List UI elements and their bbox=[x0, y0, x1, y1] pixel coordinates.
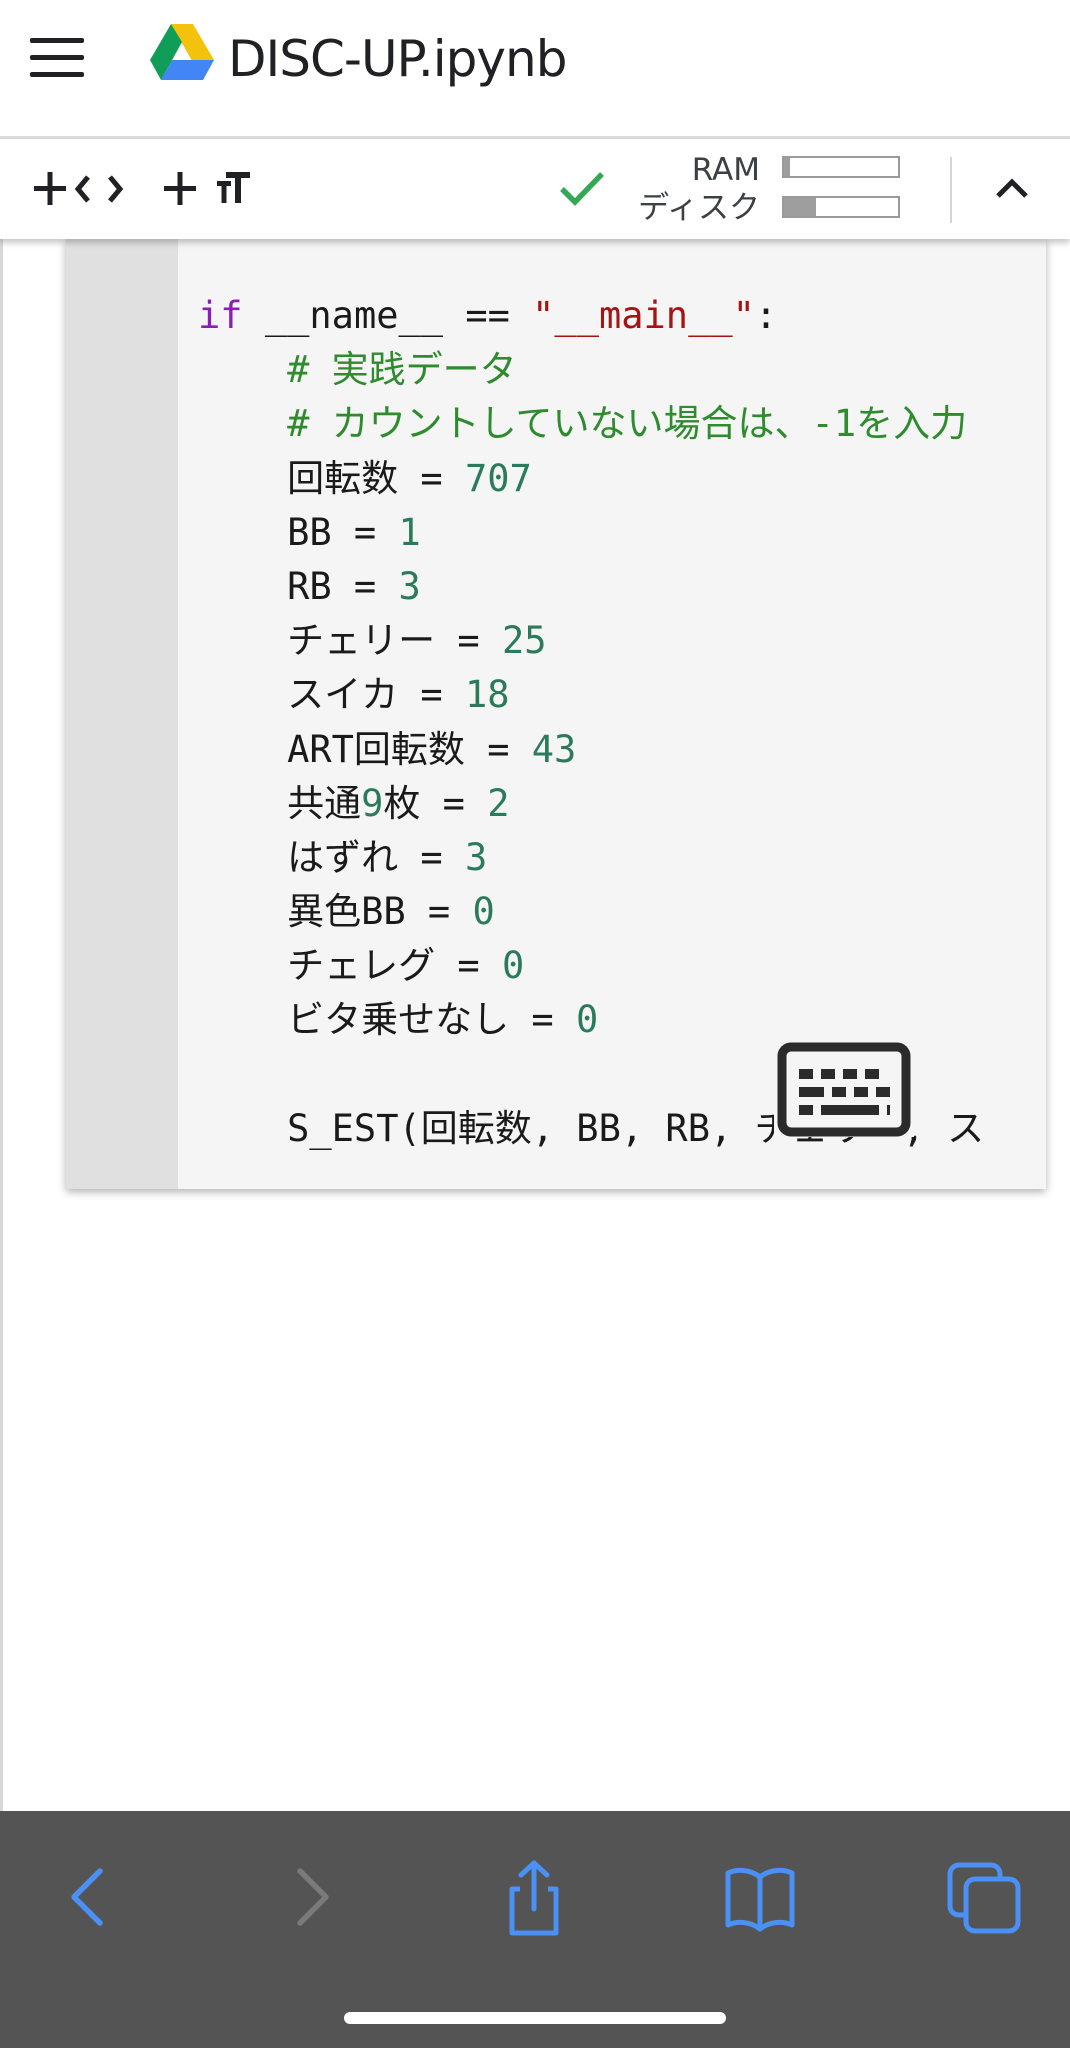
code-editor[interactable]: if __name__ == "__main__": # 実践データ # カウン… bbox=[198, 289, 1046, 1156]
keyboard-icon[interactable] bbox=[774, 1042, 914, 1137]
app-header: DISC-UP.ipynb bbox=[0, 0, 1070, 139]
code-line[interactable]: ART回転数 = 43 bbox=[198, 723, 1046, 777]
code-line[interactable]: # カウントしていない場合は、-1を入力 bbox=[198, 397, 1046, 451]
code-token: 43 bbox=[531, 727, 577, 771]
code-line[interactable] bbox=[198, 1048, 1046, 1102]
code-line[interactable]: スイカ = 18 bbox=[198, 668, 1046, 722]
hamburger-menu-icon[interactable] bbox=[30, 38, 84, 78]
code-token: if bbox=[198, 294, 243, 337]
code-token: 2 bbox=[487, 781, 510, 825]
tabs-icon[interactable] bbox=[944, 1857, 1024, 1937]
add-text-icon bbox=[164, 172, 250, 205]
code-token: : bbox=[754, 294, 778, 337]
code-token: # 実践データ bbox=[287, 348, 517, 392]
code-token: 3 bbox=[398, 564, 421, 608]
bookmarks-icon[interactable] bbox=[720, 1857, 800, 1937]
code-line[interactable]: はずれ = 3 bbox=[198, 831, 1046, 885]
notebook-title[interactable]: DISC-UP.ipynb bbox=[228, 24, 567, 94]
back-icon[interactable] bbox=[50, 1857, 130, 1937]
left-edge-divider bbox=[0, 239, 3, 1811]
code-token: BB = bbox=[198, 510, 399, 554]
code-line[interactable]: ビタ乗せなし = 0 bbox=[198, 993, 1046, 1047]
add-code-button[interactable] bbox=[30, 159, 130, 219]
disk-label: ディスク bbox=[638, 190, 760, 226]
google-drive-icon bbox=[150, 24, 214, 80]
code-line[interactable]: 回転数 = 707 bbox=[198, 452, 1046, 506]
disk-usage-fill bbox=[784, 198, 816, 216]
home-indicator[interactable] bbox=[344, 2012, 726, 2024]
code-token: 0 bbox=[575, 998, 599, 1042]
code-token: 18 bbox=[464, 673, 510, 717]
code-token: チェリー = bbox=[198, 619, 502, 663]
ram-usage-fill bbox=[784, 158, 790, 176]
code-token: 1 bbox=[398, 510, 421, 554]
code-line[interactable]: if __name__ == "__main__": bbox=[198, 289, 1046, 343]
code-cell[interactable]: if __name__ == "__main__": # 実践データ # カウン… bbox=[66, 239, 1046, 1189]
code-token: 共通 bbox=[198, 781, 362, 825]
ram-usage-bar bbox=[782, 156, 900, 178]
add-text-button[interactable] bbox=[160, 159, 260, 219]
code-token: 回転数 = bbox=[198, 456, 465, 500]
notebook-toolbar: RAM ディスク bbox=[0, 139, 1070, 239]
ram-label: RAM bbox=[691, 152, 760, 188]
cell-gutter bbox=[66, 239, 178, 1189]
code-token: 3 bbox=[464, 835, 488, 879]
code-token: ビタ乗せなし = bbox=[198, 998, 576, 1042]
code-token: 707 bbox=[464, 456, 532, 500]
code-token: "__main__" bbox=[532, 294, 755, 337]
code-token: ART回転数 = bbox=[198, 727, 532, 771]
disk-usage-bar bbox=[782, 196, 900, 218]
code-token: 0 bbox=[472, 890, 495, 934]
code-line[interactable]: 異色BB = 0 bbox=[198, 885, 1046, 939]
code-token: 0 bbox=[501, 944, 525, 988]
code-token: RB = bbox=[198, 564, 399, 608]
code-token: スイカ = bbox=[198, 673, 465, 717]
forward-icon[interactable] bbox=[270, 1857, 350, 1937]
code-line[interactable]: S_EST(回転数, BB, RB, チェリー, ス bbox=[198, 1102, 1046, 1156]
code-line[interactable]: チェリー = 25 bbox=[198, 614, 1046, 668]
code-token: 枚 = bbox=[383, 781, 488, 825]
check-icon bbox=[560, 172, 604, 206]
code-line[interactable]: 共通9枚 = 2 bbox=[198, 777, 1046, 831]
code-token: __name__ == bbox=[242, 294, 533, 337]
share-icon[interactable] bbox=[494, 1857, 574, 1937]
chevron-up-icon[interactable] bbox=[990, 167, 1034, 211]
resource-monitor[interactable]: RAM ディスク bbox=[600, 151, 760, 227]
code-line[interactable]: RB = 3 bbox=[198, 560, 1046, 614]
code-token: 異色BB = bbox=[198, 890, 473, 934]
code-line[interactable]: チェレグ = 0 bbox=[198, 939, 1046, 993]
code-token: # カウントしていない場合は、-1を入力 bbox=[287, 402, 968, 446]
code-token: チェレグ = bbox=[198, 944, 502, 988]
code-line[interactable]: BB = 1 bbox=[198, 506, 1046, 560]
code-token: 9 bbox=[361, 781, 384, 825]
add-code-icon bbox=[34, 172, 124, 205]
toolbar-divider bbox=[950, 157, 952, 223]
code-token: 25 bbox=[501, 619, 547, 663]
code-line[interactable]: # 実践データ bbox=[198, 343, 1046, 397]
code-token: はずれ = bbox=[198, 835, 465, 879]
